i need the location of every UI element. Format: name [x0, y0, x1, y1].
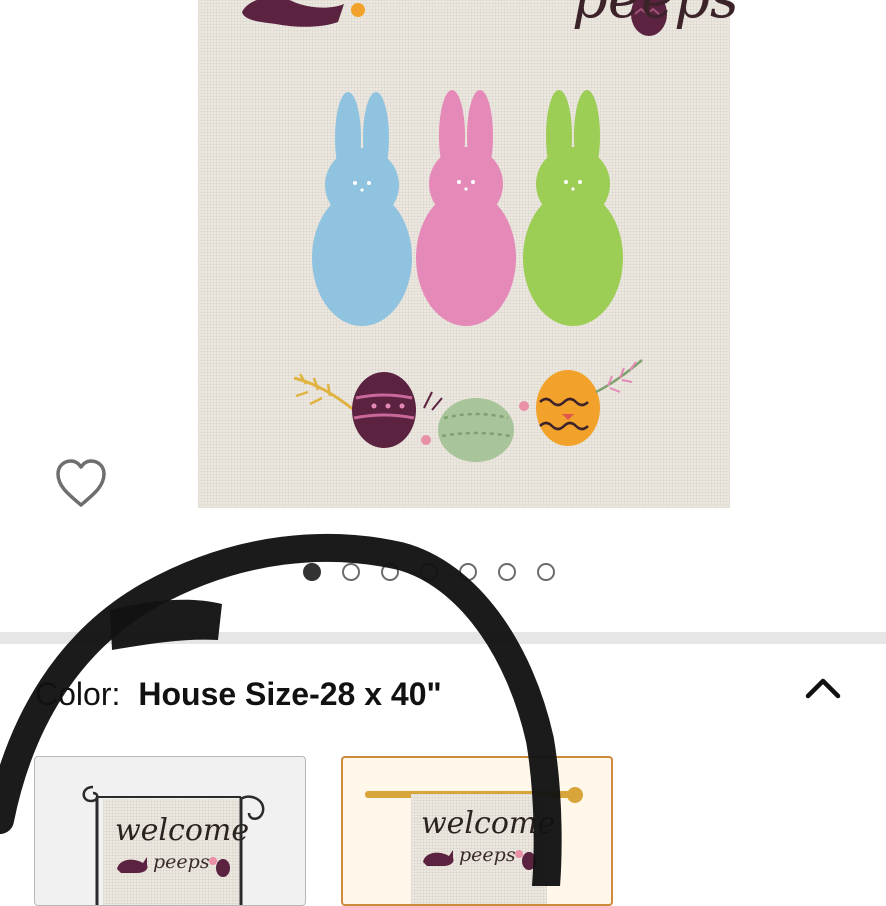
mini-bunny-graphic — [423, 850, 454, 866]
easter-eggs-wreath — [293, 359, 643, 462]
variant-swatch-garden[interactable]: welcome peeps — [34, 756, 306, 906]
pagination-dot[interactable] — [420, 563, 438, 581]
pink-bunny — [416, 90, 516, 326]
image-pagination — [303, 563, 555, 585]
mini-bunny-graphic — [117, 857, 148, 873]
pagination-dot[interactable] — [459, 563, 477, 581]
color-value: House Size-28 x 40" — [138, 676, 442, 712]
flag-title: peeps — [572, 0, 739, 31]
mini-egg-graphic — [209, 857, 230, 877]
pagination-dot[interactable] — [303, 563, 321, 581]
green-bunny — [523, 90, 623, 326]
variant-swatch-house[interactable]: welcome peeps — [341, 756, 613, 906]
product-image[interactable]: peeps — [198, 0, 739, 508]
top-flower-decoration — [351, 3, 365, 17]
mini-egg-graphic — [515, 850, 536, 870]
swatch-peeps-text: peeps — [459, 844, 516, 866]
swatch-welcome-text: welcome — [421, 806, 556, 841]
section-divider — [0, 632, 886, 644]
flag-artwork — [242, 0, 667, 462]
pagination-dot[interactable] — [342, 563, 360, 581]
pagination-dot[interactable] — [381, 563, 399, 581]
swatch-peeps-text: peeps — [153, 851, 210, 873]
pagination-dot[interactable] — [537, 563, 555, 581]
swatch-welcome-text: welcome — [115, 813, 250, 848]
color-label: Color: — [35, 676, 121, 712]
product-image-area: peeps — [0, 0, 886, 640]
pagination-dot[interactable] — [498, 563, 516, 581]
heart-outline-icon[interactable] — [54, 458, 108, 510]
color-selector-header: Color: House Size-28 x 40" — [35, 676, 442, 713]
blue-bunny — [312, 92, 412, 326]
top-bunny-decoration — [242, 0, 344, 27]
chevron-up-icon[interactable] — [800, 670, 846, 704]
